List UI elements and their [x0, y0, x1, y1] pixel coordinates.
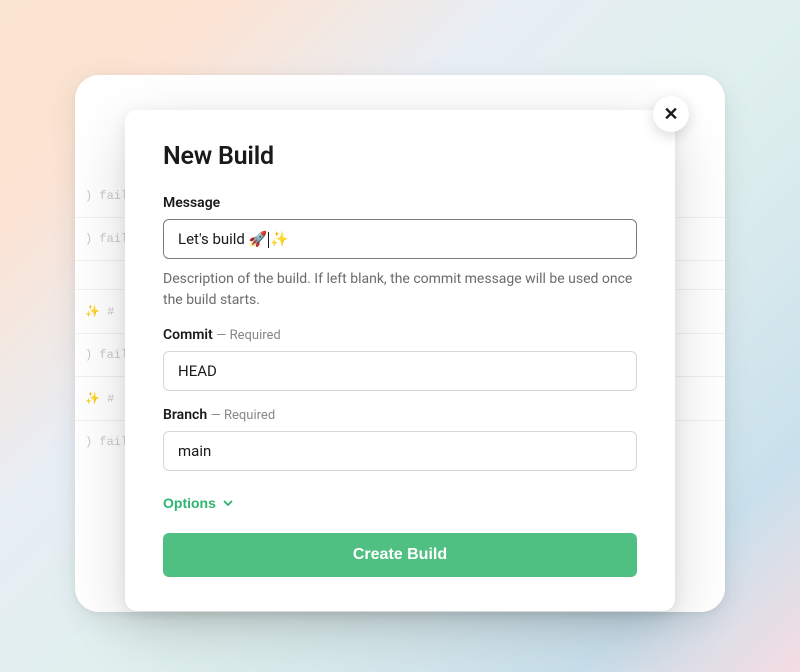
close-button[interactable]: ✕ [653, 96, 689, 132]
message-field-group: Message Let's build 🚀✨ Description of th… [163, 195, 637, 311]
new-build-modal: ✕ New Build Message Let's build 🚀✨ Descr… [125, 110, 675, 611]
branch-required-tag: — Required [211, 408, 276, 423]
message-value-pre: Let's build 🚀 [178, 230, 267, 248]
commit-label-text: Commit [163, 327, 213, 343]
chevron-down-icon [222, 497, 234, 509]
message-input[interactable]: Let's build 🚀✨ [163, 219, 637, 259]
branch-field-group: Branch — Required [163, 407, 637, 471]
options-toggle[interactable]: Options [163, 491, 234, 515]
branch-input[interactable] [163, 431, 637, 471]
message-label: Message [163, 195, 637, 211]
commit-label: Commit — Required [163, 327, 637, 343]
close-icon: ✕ [663, 104, 678, 125]
modal-title: New Build [163, 142, 637, 171]
message-help-text: Description of the build. If left blank,… [163, 269, 637, 311]
commit-required-tag: — Required [216, 328, 281, 343]
create-build-button[interactable]: Create Build [163, 533, 637, 577]
options-label: Options [163, 495, 216, 511]
message-value-post: ✨ [270, 230, 289, 248]
commit-input[interactable] [163, 351, 637, 391]
branch-label-text: Branch [163, 407, 207, 423]
branch-label: Branch — Required [163, 407, 637, 423]
commit-field-group: Commit — Required [163, 327, 637, 391]
